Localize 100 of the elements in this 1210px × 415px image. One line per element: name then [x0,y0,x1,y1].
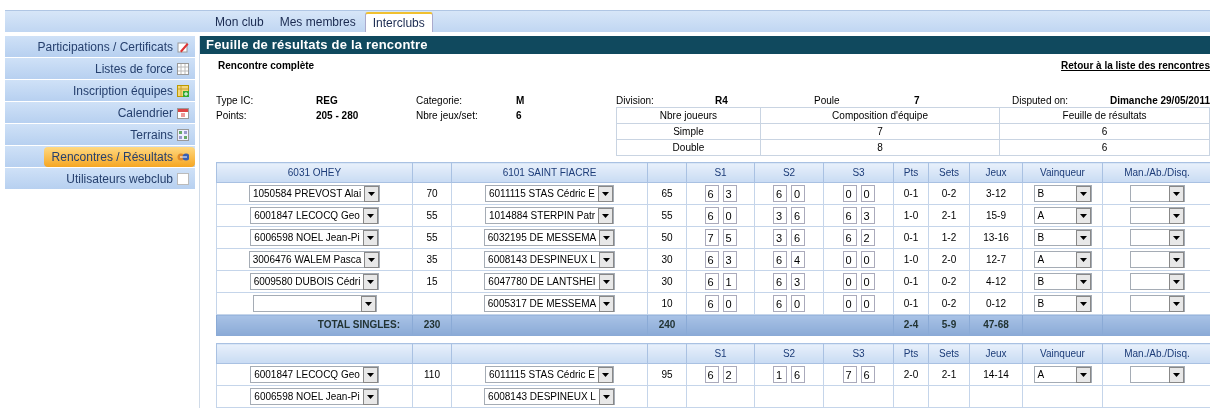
score-field[interactable]: 6 [791,229,805,246]
table-cell: 0-1 [893,182,929,205]
info-value: 6 [516,110,523,123]
score-field[interactable]: 6 [773,295,787,312]
score-field[interactable]: 6 [773,185,787,202]
player-select[interactable]: 6047780 DE LANTSHEI [484,273,615,290]
score-field[interactable]: 6 [773,251,787,268]
score-field[interactable]: 6 [773,273,787,290]
score-field[interactable]: 5 [722,229,737,246]
player-select[interactable]: 6011115 STAS Cédric E [485,366,614,383]
score-field[interactable]: 0 [842,185,857,202]
column-header: Feuille de résultats [999,107,1210,124]
score-field[interactable]: 2 [722,366,737,383]
back-link[interactable]: Retour à la liste des rencontres [1061,60,1210,90]
table-cell: 30 [647,248,687,271]
table-cell: 8 [760,139,1000,156]
score-field[interactable]: 0 [791,295,805,312]
score-field[interactable]: 0 [722,295,737,312]
tab[interactable]: Mon club [208,13,271,32]
score-field[interactable]: 0 [860,295,875,312]
score-field[interactable]: 3 [773,229,787,246]
table-cell: 0-2 [928,292,970,315]
sidebar-item[interactable]: Calendrier [5,102,195,123]
score-field[interactable]: 3 [722,251,737,268]
sidebar-item[interactable]: Participations / Certificats [5,36,195,57]
score-field[interactable]: 2 [860,229,875,246]
column-header: Vainqueur [1022,162,1103,183]
column-header: S3 [823,162,894,183]
score-field[interactable]: 0 [842,273,857,290]
player-select[interactable]: 6008143 DESPINEUX L [484,251,615,268]
score-field[interactable]: 0 [860,273,875,290]
score-field[interactable]: 0 [860,251,875,268]
score-field[interactable]: 6 [842,207,857,224]
sidebar-item[interactable]: Utilisateurs webclub [5,168,195,189]
score-field[interactable]: 0 [842,251,857,268]
player-select[interactable]: 6001847 LECOCQ Geo [250,366,379,383]
score-field[interactable]: 0 [791,185,805,202]
info-value: 7 [914,95,921,106]
score-field[interactable]: 6 [842,229,857,246]
score-field[interactable]: 7 [704,229,719,246]
score-field[interactable]: 3 [722,185,737,202]
score-field[interactable]: 3 [791,273,805,290]
tab[interactable]: Mes membres [272,13,363,32]
score-field[interactable]: 1 [773,366,787,383]
column-header: Man./Ab./Disq. [1102,343,1210,364]
tab[interactable]: Interclubs [364,12,433,32]
table-cell: Double [616,139,761,156]
info-label: Type IC: [216,95,255,108]
score-field[interactable]: 3 [860,207,875,224]
winner-select[interactable]: A [1033,366,1092,383]
winner-select[interactable]: B [1033,295,1092,312]
table-cell: 6 [999,123,1210,140]
player-select[interactable]: 6006598 NOEL Jean-Pi [250,229,379,246]
player-select[interactable]: 6011115 STAS Cédric E [485,185,614,202]
player-select[interactable]: 1050584 PREVOST Alai [248,185,381,202]
player-select[interactable]: 6032195 DE MESSEMA [483,229,616,246]
sidebar-item[interactable]: Rencontres / Résultats [5,146,195,167]
tiles-icon [177,128,189,141]
status-text: Rencontre complète [218,60,315,73]
score-field[interactable]: 0 [722,207,737,224]
table-cell: 0-1 [893,226,929,249]
winner-select[interactable]: A [1033,251,1092,268]
sidebar-label: Utilisateurs webclub [66,171,173,186]
info-value: 205 - 280 [316,110,360,123]
score-field[interactable]: 0 [842,295,857,312]
player-select[interactable]: 6009580 DUBOIS Cédri [249,273,380,290]
score-field[interactable]: 6 [704,273,719,290]
score-field[interactable]: 1 [722,273,737,290]
score-field[interactable]: 7 [842,366,857,383]
score-field[interactable]: 3 [773,207,787,224]
column-header: Nbre joueurs [616,107,761,124]
winner-select[interactable]: B [1033,273,1092,290]
winner-select[interactable]: B [1033,229,1092,246]
grid-plus-icon [177,84,189,97]
total-label: TOTAL SINGLES: [216,314,413,336]
player-select[interactable]: 6001847 LECOCQ Geo [250,207,379,224]
player-select[interactable]: 6005317 DE MESSEMA [483,295,616,312]
sidebar-label: Rencontres / Résultats [51,149,173,164]
score-field[interactable]: 4 [791,251,805,268]
sidebar-item[interactable]: Listes de force [5,58,195,79]
score-field[interactable]: 6 [860,366,875,383]
player-select[interactable]: 6008143 DESPINEUX L [484,388,615,405]
score-field[interactable]: 6 [704,185,719,202]
winner-select[interactable]: A [1033,207,1092,224]
sidebar-item[interactable]: Terrains [5,124,195,145]
player-select[interactable]: 1014884 STERPIN Patr [484,207,615,224]
sidebar-item[interactable]: Inscription équipes [5,80,195,101]
winner-select[interactable]: B [1033,185,1092,202]
column-header: Jeux [969,343,1023,364]
player-select[interactable]: 3006476 WALEM Pasca [248,251,381,268]
score-field[interactable]: 6 [704,251,719,268]
table-cell: 55 [647,204,687,227]
score-field[interactable]: 6 [704,207,719,224]
score-field[interactable]: 6 [704,366,719,383]
player-select[interactable]: 6006598 NOEL Jean-Pi [250,388,379,405]
score-field[interactable]: 0 [860,185,875,202]
score-field[interactable]: 6 [791,207,805,224]
score-field[interactable]: 6 [791,366,805,383]
score-field[interactable]: 6 [704,295,719,312]
column-header: Composition d'équipe [760,107,1000,124]
